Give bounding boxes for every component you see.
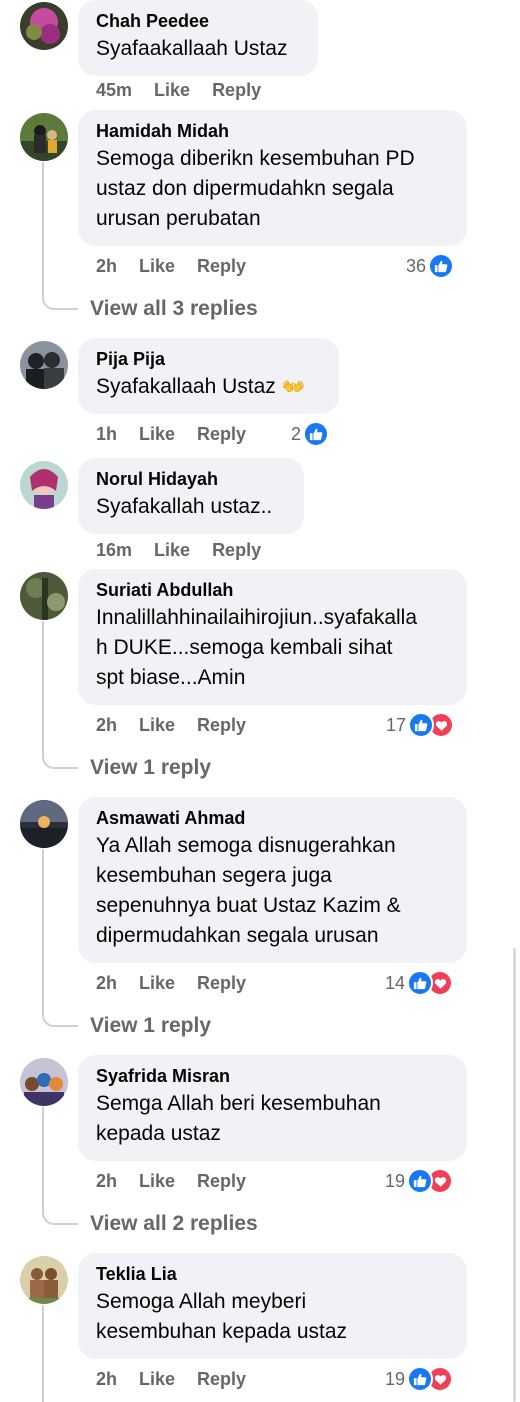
thread-line (42, 162, 44, 288)
reply-button[interactable]: Reply (197, 255, 246, 277)
comment-bubble: Hamidah Midah Semoga diberikn kesembuhan… (78, 110, 467, 246)
comment-actions: 2h Like Reply (96, 714, 268, 736)
reaction-summary[interactable]: 19 (385, 1366, 454, 1392)
reaction-count: 14 (385, 973, 406, 993)
like-button[interactable]: Like (154, 539, 190, 561)
thread-line (42, 621, 44, 747)
view-replies-link[interactable]: View all 2 replies (90, 1211, 258, 1237)
view-replies-link[interactable]: View 1 reply (90, 755, 211, 781)
thread-line (42, 1107, 44, 1203)
comment-time[interactable]: 2h (96, 1368, 117, 1390)
comment-bubble: Chah Peedee Syafaakallaah Ustaz (78, 0, 318, 76)
avatar[interactable] (20, 341, 68, 389)
comment-text: Semga Allah beri kesembuhan kepada ustaz (96, 1092, 381, 1145)
commenter-name[interactable]: Norul Hidayah (96, 468, 286, 490)
thumbs-up-icon (303, 421, 330, 447)
commenter-name[interactable]: Asmawati Ahmad (96, 807, 449, 829)
view-replies-link[interactable]: View 1 reply (90, 1013, 211, 1039)
reply-button[interactable]: Reply (197, 1170, 246, 1192)
like-button[interactable]: Like (139, 1368, 175, 1390)
comment-text-content: Syafakallaah Ustaz (96, 375, 276, 398)
commenter-name[interactable]: Suriati Abdullah (96, 579, 449, 601)
comment-time[interactable]: 2h (96, 1170, 117, 1192)
avatar[interactable] (20, 113, 68, 161)
reaction-summary[interactable]: 2 (291, 421, 330, 447)
reply-button[interactable]: Reply (197, 714, 246, 736)
thread-line (42, 849, 44, 1005)
avatar[interactable] (20, 1058, 68, 1106)
comment-text: Ya Allah semoga disnugerahkan kesembuhan… (96, 834, 401, 947)
reaction-count: 2 (291, 424, 302, 444)
reaction-summary[interactable]: 14 (385, 970, 454, 996)
reply-button[interactable]: Reply (197, 423, 246, 445)
thread-line (42, 1305, 44, 1402)
thumbs-up-icon (428, 253, 455, 279)
thread-connector (42, 1203, 78, 1225)
like-button[interactable]: Like (139, 255, 175, 277)
reply-button[interactable]: Reply (212, 79, 261, 101)
comment-actions: 2h Like Reply (96, 255, 268, 277)
avatar[interactable] (20, 461, 68, 509)
commenter-name[interactable]: Hamidah Midah (96, 120, 449, 142)
thread-connector (42, 288, 78, 310)
reaction-count: 17 (386, 715, 407, 735)
comment-text: Syafaakallaah Ustaz (96, 37, 288, 60)
comment-bubble: Asmawati Ahmad Ya Allah semoga disnugera… (78, 797, 467, 963)
comment-actions: 2h Like Reply (96, 972, 268, 994)
like-button[interactable]: Like (154, 79, 190, 101)
comment-actions: 1h Like Reply (96, 423, 268, 445)
commenter-name[interactable]: Chah Peedee (96, 10, 300, 32)
comment-text: Syafakallah ustaz.. (96, 495, 273, 518)
thread-connector (42, 1005, 78, 1027)
comment-time[interactable]: 2h (96, 255, 117, 277)
commenter-name[interactable]: Teklia Lia (96, 1263, 449, 1285)
thumbs-up-icon (407, 1366, 434, 1392)
view-replies-link[interactable]: View all 3 replies (90, 296, 258, 322)
like-button[interactable]: Like (139, 972, 175, 994)
avatar[interactable] (20, 800, 68, 848)
like-button[interactable]: Like (139, 714, 175, 736)
comment-time[interactable]: 1h (96, 423, 117, 445)
commenter-name[interactable]: Pija Pija (96, 348, 321, 370)
comment-actions: 2h Like Reply (96, 1368, 268, 1390)
comment-text: Innalillahhinailaihirojiun..syafakalla h… (96, 606, 418, 689)
comment-bubble: Suriati Abdullah Innalillahhinailaihiroj… (78, 569, 467, 705)
comment-actions: 2h Like Reply (96, 1170, 268, 1192)
comment-bubble: Teklia Lia Semoga Allah meyberi kesembuh… (78, 1253, 467, 1359)
thumbs-up-icon (408, 712, 435, 738)
reaction-count: 36 (406, 256, 427, 276)
reaction-count: 19 (385, 1369, 406, 1389)
avatar[interactable] (20, 2, 68, 50)
scrollbar[interactable] (513, 948, 516, 1402)
reaction-count: 19 (385, 1171, 406, 1191)
comment-text: Syafakallaah Ustaz 👐 (96, 372, 321, 403)
reaction-summary[interactable]: 36 (406, 253, 455, 279)
reaction-summary[interactable]: 19 (385, 1168, 454, 1194)
reply-button[interactable]: Reply (197, 972, 246, 994)
thumbs-up-icon (407, 1168, 434, 1194)
reply-button[interactable]: Reply (197, 1368, 246, 1390)
avatar[interactable] (20, 572, 68, 620)
comment-text: Semoga Allah meyberi kesembuhan kepada u… (96, 1290, 348, 1343)
like-button[interactable]: Like (139, 423, 175, 445)
avatar[interactable] (20, 1256, 68, 1304)
comment-bubble: Syafrida Misran Semga Allah beri kesembu… (78, 1055, 467, 1161)
reaction-summary[interactable]: 17 (386, 712, 455, 738)
comment-bubble: Pija Pija Syafakallaah Ustaz 👐 (78, 338, 339, 414)
reply-button[interactable]: Reply (212, 539, 261, 561)
comment-text: Semoga diberikn kesembuhan PD ustaz don … (96, 147, 415, 230)
comment-time[interactable]: 16m (96, 539, 132, 561)
comment-actions: 16m Like Reply (96, 539, 283, 561)
comment-actions: 45m Like Reply (96, 79, 283, 101)
thread-connector (42, 747, 78, 769)
open-hands-emoji: 👐 (281, 377, 306, 398)
comment-time[interactable]: 2h (96, 714, 117, 736)
comment-time[interactable]: 2h (96, 972, 117, 994)
comment-time[interactable]: 45m (96, 79, 132, 101)
commenter-name[interactable]: Syafrida Misran (96, 1065, 449, 1087)
like-button[interactable]: Like (139, 1170, 175, 1192)
comment-bubble: Norul Hidayah Syafakallah ustaz.. (78, 458, 304, 534)
thumbs-up-icon (407, 970, 434, 996)
